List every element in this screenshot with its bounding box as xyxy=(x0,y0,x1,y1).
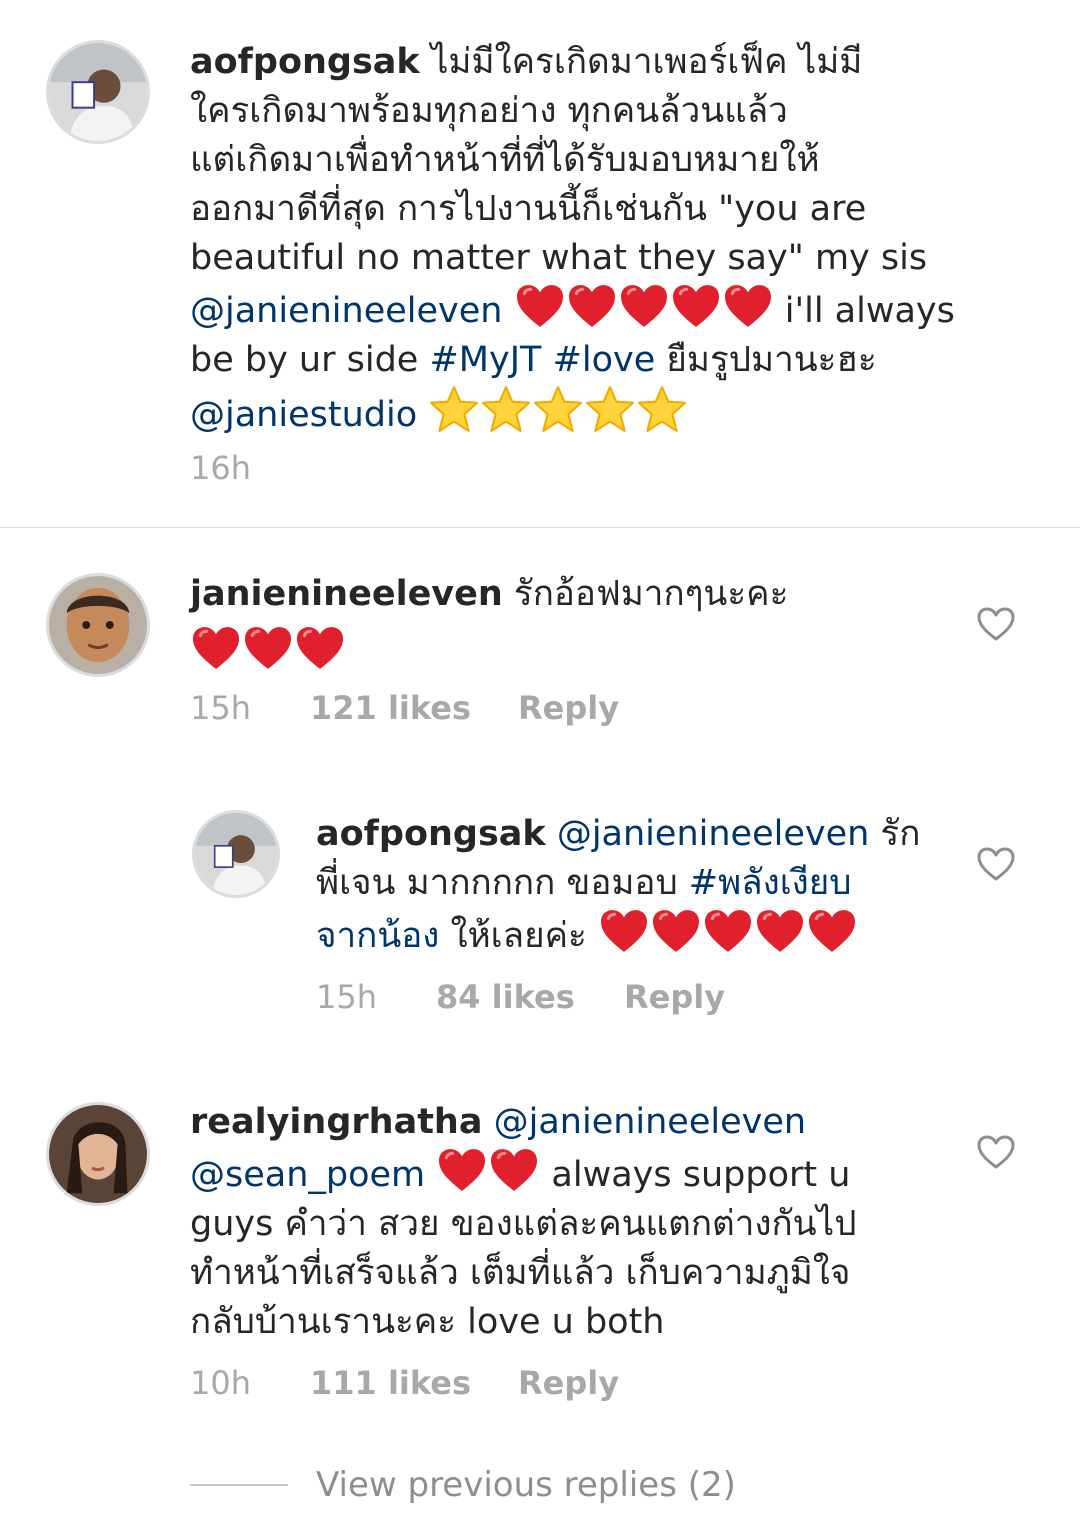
avatar-photo-icon xyxy=(49,576,147,674)
comment-janienineeleven: janienineeleven รักอ้อฟมากๆนะคะ 15h 121 l… xyxy=(0,528,1080,768)
comment-realyingrhatha: realyingrhatha @janienineeleven @sean_po… xyxy=(0,1080,1080,1450)
red-heart-emoji xyxy=(650,908,702,954)
red-heart-emoji xyxy=(722,283,774,329)
star-emoji xyxy=(584,385,636,433)
comment-text: aofpongsak @janienineeleven รัก พี่เจน ม… xyxy=(316,814,921,956)
red-heart-emoji xyxy=(702,908,754,954)
likes-count[interactable]: 121 likes xyxy=(310,688,518,728)
red-heart-emoji xyxy=(514,283,566,329)
comment-time: 15h xyxy=(190,689,251,727)
comment-meta: 15h 84 likes Reply xyxy=(316,977,916,1017)
red-heart-emoji xyxy=(190,625,242,671)
red-heart-emoji xyxy=(618,283,670,329)
red-heart-emoji xyxy=(754,908,806,954)
mention-link[interactable]: @janienineeleven xyxy=(557,814,869,854)
red-heart-emoji xyxy=(670,283,722,329)
view-replies-line xyxy=(190,1484,288,1486)
reply-aofpongsak: aofpongsak @janienineeleven รัก พี่เจน ม… xyxy=(0,790,1080,1080)
like-heart-icon[interactable] xyxy=(976,1134,1016,1170)
red-heart-emoji xyxy=(294,625,346,671)
red-heart-emoji xyxy=(242,625,294,671)
like-heart-icon[interactable] xyxy=(976,606,1016,642)
comment-text: aofpongsak ไม่มีใครเกิดมาเพอร์เฟ็ค ไม่มี… xyxy=(190,42,955,435)
like-heart-icon[interactable] xyxy=(976,846,1016,882)
hashtag-link[interactable]: จากน้อง xyxy=(316,916,439,956)
reply-button[interactable]: Reply xyxy=(624,977,725,1017)
heart-emoji-group xyxy=(598,916,858,956)
heart-emoji-group xyxy=(514,291,785,331)
mention-link[interactable]: @janienineeleven xyxy=(190,291,502,331)
reply-button[interactable]: Reply xyxy=(518,688,619,728)
comment-time: 10h xyxy=(190,1364,251,1402)
avatar[interactable] xyxy=(46,573,150,677)
mention-link[interactable]: @janiestudio xyxy=(190,395,417,435)
mention-link[interactable]: @sean_poem xyxy=(190,1155,425,1195)
hashtag-link[interactable]: #love xyxy=(553,340,656,380)
comment-text: realyingrhatha @janienineeleven @sean_po… xyxy=(190,1102,857,1342)
avatar[interactable] xyxy=(46,40,150,144)
view-previous-replies-link[interactable]: View previous replies (2) xyxy=(316,1462,736,1508)
likes-count[interactable]: 84 likes xyxy=(436,977,624,1017)
comment-meta: 15h 121 likes Reply xyxy=(190,688,790,728)
hashtag-link[interactable]: #MyJT xyxy=(429,340,541,380)
comment-aofpongsak: aofpongsak ไม่มีใครเกิดมาเพอร์เฟ็ค ไม่มี… xyxy=(0,0,1080,527)
red-heart-emoji xyxy=(598,908,650,954)
comment-text: janienineeleven รักอ้อฟมากๆนะคะ xyxy=(190,570,950,678)
star-emoji xyxy=(532,385,584,433)
star-emoji xyxy=(428,385,480,433)
reply-button[interactable]: Reply xyxy=(518,1363,619,1403)
red-heart-emoji xyxy=(566,283,618,329)
red-heart-emoji xyxy=(436,1147,488,1193)
hashtag-link[interactable]: #พลังเงียบ xyxy=(689,863,852,903)
comment-username[interactable]: aofpongsak xyxy=(316,814,546,854)
comment-username[interactable]: aofpongsak xyxy=(190,42,420,82)
red-heart-emoji xyxy=(806,908,858,954)
comment-time: 15h xyxy=(316,978,377,1016)
red-heart-emoji xyxy=(488,1147,540,1193)
heart-emoji-group xyxy=(190,619,950,678)
likes-count[interactable]: 111 likes xyxy=(310,1363,518,1403)
comment-meta: 10h 111 likes Reply xyxy=(190,1363,790,1403)
comment-username[interactable]: realyingrhatha xyxy=(190,1102,482,1142)
mention-link[interactable]: @janienineeleven xyxy=(494,1102,806,1142)
star-emoji-group xyxy=(428,395,688,435)
avatar-photo-icon xyxy=(195,813,277,895)
comment-meta: 16h xyxy=(190,448,251,488)
avatar-photo-icon xyxy=(49,1105,147,1203)
comment-username[interactable]: janienineeleven xyxy=(190,574,503,614)
avatar-photo-icon xyxy=(49,43,147,141)
avatar[interactable] xyxy=(192,810,280,898)
star-emoji xyxy=(636,385,688,433)
comment-time: 16h xyxy=(190,449,251,487)
heart-emoji-group xyxy=(436,1155,540,1195)
star-emoji xyxy=(480,385,532,433)
avatar[interactable] xyxy=(46,1102,150,1206)
